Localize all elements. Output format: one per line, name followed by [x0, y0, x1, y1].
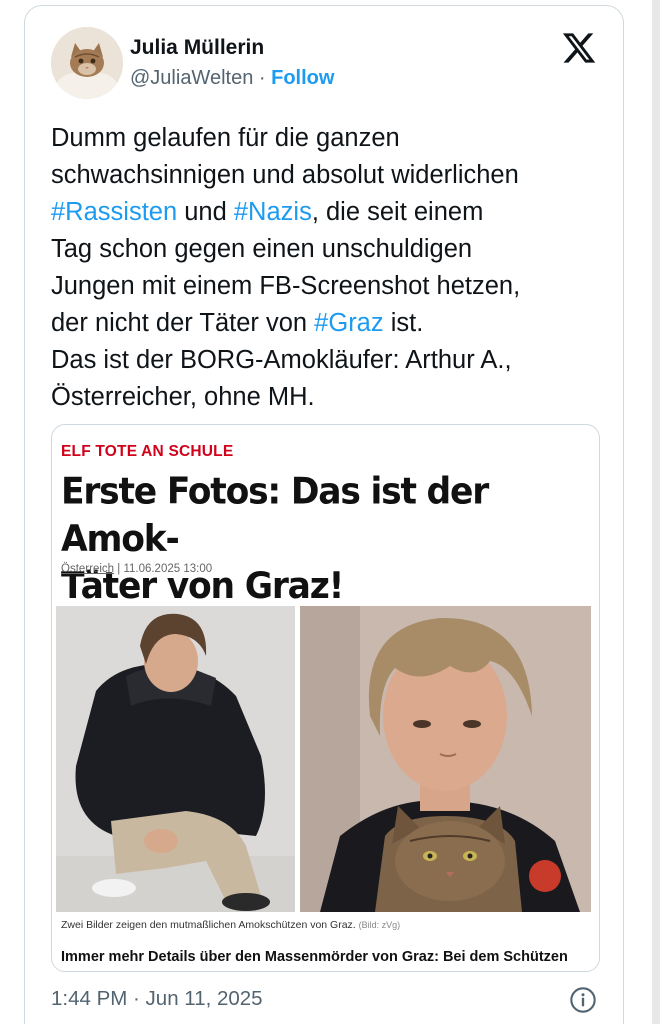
tweet-line: Österreicher, ohne MH. — [51, 383, 315, 411]
tweet-line: ist. — [383, 309, 424, 337]
window-edge — [652, 0, 660, 1024]
avatar[interactable] — [51, 27, 123, 99]
tweet-line: Dumm gelaufen für die ganzen — [51, 124, 400, 152]
author-handle-row: @JuliaWelten · Follow — [130, 67, 334, 90]
info-icon[interactable] — [569, 986, 597, 1014]
hashtag-rassisten[interactable]: #Rassisten — [51, 198, 177, 226]
person-with-cat-photo — [300, 606, 591, 912]
caption-credit: (Bild: zVg) — [358, 920, 401, 930]
article-kicker: ELF TOTE AN SCHULE — [61, 443, 234, 460]
article-photo-right — [300, 606, 591, 912]
article-teaser: Immer mehr Details über den Massenmörder… — [61, 949, 568, 965]
hashtag-graz[interactable]: #Graz — [314, 309, 383, 337]
tweet-line: Das ist der BORG-Amokläufer: Arthur A., — [51, 346, 512, 374]
tweet-line: und — [177, 198, 234, 226]
article-link-card[interactable]: ELF TOTE AN SCHULE Erste Fotos: Das ist … — [51, 424, 600, 972]
handle-separator: · — [253, 67, 272, 89]
tweet-card: Julia Müllerin @JuliaWelten · Follow Dum… — [24, 5, 624, 1024]
tweet-timestamp[interactable]: 1:44 PM · Jun 11, 2025 — [51, 987, 263, 1011]
author-handle[interactable]: @JuliaWelten — [130, 67, 253, 89]
tweet-line: , die seit einem — [311, 198, 484, 226]
article-headline: Erste Fotos: Das ist der Amok- Täter von… — [61, 469, 596, 611]
headline-line: Erste Fotos: Das ist der Amok- — [61, 471, 489, 561]
follow-button[interactable]: Follow — [271, 67, 334, 89]
hashtag-nazis[interactable]: #Nazis — [234, 198, 312, 226]
caption-text: Zwei Bilder zeigen den mutmaßlichen Amok… — [61, 919, 356, 931]
article-section-link[interactable]: Österreich — [61, 563, 114, 575]
tweet-line: Jungen mit einem FB-Screenshot hetzen, — [51, 272, 521, 300]
crouching-person-photo — [56, 606, 295, 912]
tweet-line: Tag schon gegen einen unschuldigen — [51, 235, 473, 263]
tweet-line: schwachsinnigen und absolut widerlichen — [51, 161, 519, 189]
author-name[interactable]: Julia Müllerin — [130, 36, 264, 60]
photo-caption: Zwei Bilder zeigen den mutmaßlichen Amok… — [61, 919, 400, 931]
x-logo-icon[interactable] — [561, 30, 597, 66]
cat-avatar-image — [51, 27, 123, 99]
tweet-text: Dumm gelaufen für die ganzen schwachsinn… — [51, 120, 611, 416]
article-date: 11.06.2025 13:00 — [123, 563, 213, 575]
article-meta: Österreich | 11.06.2025 13:00 — [61, 563, 212, 575]
tweet-line: der nicht der Täter von — [51, 309, 315, 337]
article-photo-left — [56, 606, 295, 912]
